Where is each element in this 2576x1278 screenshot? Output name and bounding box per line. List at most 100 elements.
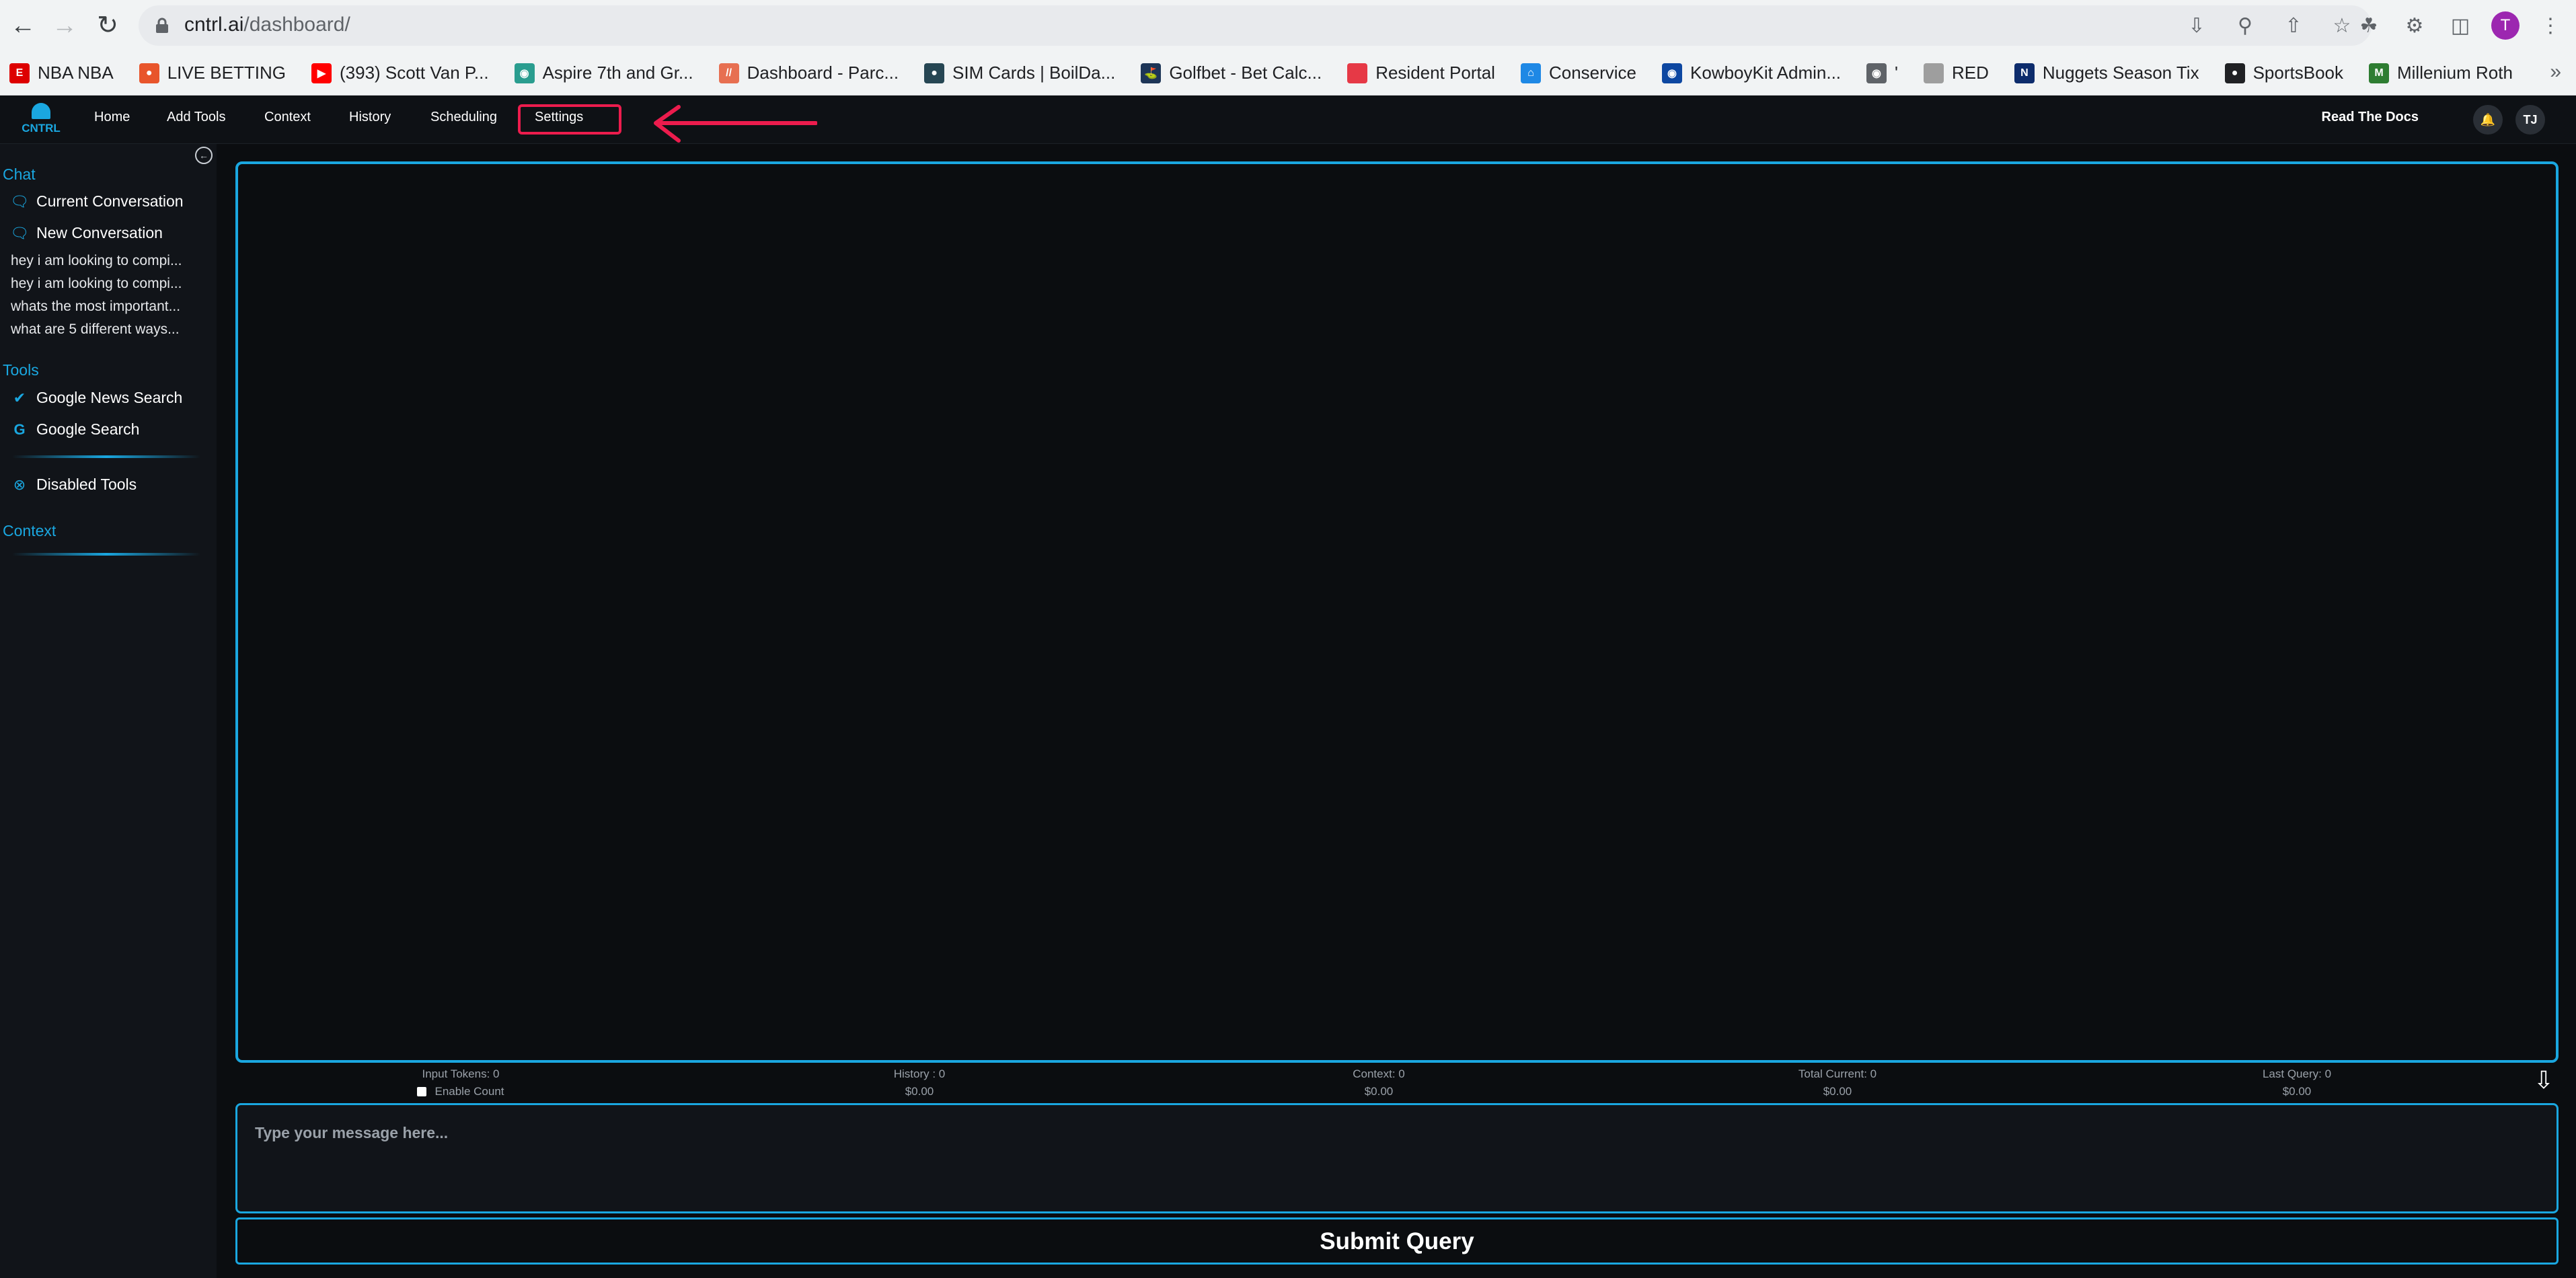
bookmark-item[interactable]: // Dashboard - Parc... [718, 63, 899, 83]
back-icon[interactable]: ← [7, 9, 39, 42]
nav-context[interactable]: Context [264, 110, 311, 125]
slash-icon: // [718, 63, 739, 83]
bookmark-item[interactable]: Resident Portal [1347, 63, 1495, 83]
total-current-label: Total Current: 0 [1798, 1067, 1877, 1080]
submit-query-button[interactable]: Submit Query [235, 1217, 2559, 1265]
history-item[interactable]: hey i am looking to compi... [11, 276, 198, 292]
check-circle-icon: ✔ [13, 389, 26, 406]
context-cost-label: $0.00 [1364, 1085, 1394, 1098]
espn-icon: E [9, 63, 30, 83]
nav-history[interactable]: History [349, 110, 391, 125]
bookmark-label: SportsBook [2252, 63, 2343, 83]
input-tokens-label: Input Tokens: 0 [422, 1067, 500, 1080]
bookmark-item[interactable]: ⌂ Conservice [1520, 63, 1637, 83]
house-icon: ⌂ [1520, 63, 1541, 83]
nav-add-tools[interactable]: Add Tools [167, 110, 225, 125]
bookmark-item[interactable]: ◉ ' [1866, 63, 1898, 83]
address-bar[interactable]: cntrl.ai/dashboard/ ⇩ ⚲ ⇧ ☆ [139, 5, 2372, 46]
tool-google-news-search[interactable]: ✔ Google News Search [11, 389, 183, 407]
square-icon [1347, 63, 1368, 83]
bookmark-label: Millenium Roth [2397, 63, 2513, 83]
bookmark-item[interactable]: RED [1923, 63, 1989, 83]
bookmark-label: SIM Cards | BoilDa... [952, 63, 1116, 83]
read-the-docs-link[interactable]: Read The Docs [2322, 110, 2419, 125]
profile-avatar[interactable]: T [2491, 11, 2520, 40]
bookmark-label: Golfbet - Bet Calc... [1169, 63, 1322, 83]
kebab-menu-icon[interactable]: ⋮ [2536, 11, 2565, 40]
total-cost-label: $0.00 [1823, 1085, 1852, 1098]
logo-icon [32, 103, 50, 119]
scroll-down-arrow-icon[interactable]: ⇩ [2532, 1067, 2556, 1094]
history-cost-label: $0.00 [905, 1085, 934, 1098]
forward-icon[interactable]: → [48, 9, 81, 42]
message-input[interactable] [237, 1105, 2556, 1211]
share-icon[interactable]: ⇧ [2280, 12, 2307, 39]
current-conversation-label: Current Conversation [36, 192, 184, 210]
current-conversation-item[interactable]: 🗨 Current Conversation [10, 192, 184, 211]
zoom-icon[interactable]: ⚲ [2232, 12, 2259, 39]
lock-icon [156, 17, 168, 33]
chat-bubble-icon: 🗨 [10, 192, 29, 210]
shield-icon: ◉ [1662, 63, 1683, 83]
enable-count-toggle[interactable]: Enable Count [373, 1083, 548, 1100]
new-conversation-item[interactable]: 🗨 New Conversation [10, 224, 163, 242]
bookmark-label: Dashboard - Parc... [747, 63, 899, 83]
bookmark-item[interactable]: E NBA NBA [9, 63, 114, 83]
chat-window [235, 161, 2559, 1063]
bookmark-item[interactable]: M Millenium Roth [2369, 63, 2513, 83]
golf-icon: ⛳ [1141, 63, 1162, 83]
bookmark-item[interactable]: ◉ KowboyKit Admin... [1662, 63, 1841, 83]
drop-icon: ● [924, 63, 945, 83]
more-bookmarks-icon[interactable]: » [2550, 61, 2561, 83]
nav-scheduling[interactable]: Scheduling [430, 110, 497, 125]
context-section-title: Context [3, 522, 56, 539]
bookmark-item[interactable]: ● SIM Cards | BoilDa... [924, 63, 1115, 83]
sidebar-divider [12, 553, 200, 556]
collapse-sidebar-icon[interactable]: ← [195, 147, 213, 164]
input-tokens-stat: Input Tokens: 0 Enable Count [373, 1065, 548, 1100]
bookmark-label: (393) Scott Van P... [339, 63, 489, 83]
bookmark-item[interactable]: ⛳ Golfbet - Bet Calc... [1141, 63, 1322, 83]
youtube-icon: ▶ [311, 63, 332, 83]
bookmark-label: Resident Portal [1375, 63, 1495, 83]
bookmark-item[interactable]: ▶ (393) Scott Van P... [311, 63, 489, 83]
browser-toolbar: ← → ↻ cntrl.ai/dashboard/ ⇩ ⚲ ⇧ ☆ ☘ ⚙ ◫ … [0, 0, 2576, 52]
last-query-stat: Last Query: 0 $0.00 [2209, 1065, 2384, 1100]
bookmark-label: Conservice [1548, 63, 1637, 83]
install-app-icon[interactable]: ⇩ [2183, 12, 2210, 39]
history-item[interactable]: whats the most important... [11, 299, 198, 315]
side-panel-icon[interactable]: ◫ [2446, 11, 2475, 40]
history-tokens-label: History : 0 [893, 1067, 946, 1080]
football-icon: ● [2224, 63, 2245, 83]
url-text: cntrl.ai/dashboard/ [184, 13, 350, 36]
tool-google-search[interactable]: G Google Search [11, 420, 139, 439]
bookmark-item[interactable]: ● SportsBook [2224, 63, 2343, 83]
bell-icon[interactable]: 🔔 [2473, 105, 2503, 135]
bookmark-item[interactable]: N Nuggets Season Tix [2014, 63, 2199, 83]
history-item[interactable]: hey i am looking to compi... [11, 253, 198, 269]
disabled-tools-item[interactable]: ⊗ Disabled Tools [11, 476, 137, 494]
bookmark-label: LIVE BETTING [167, 63, 286, 83]
bookmark-label: KowboyKit Admin... [1690, 63, 1842, 83]
bookmarks-bar: E NBA NBA ● LIVE BETTING ▶ (393) Scott Van P.… [0, 51, 2576, 96]
reload-icon[interactable]: ↻ [91, 9, 124, 42]
message-input-wrapper [235, 1103, 2559, 1213]
user-avatar[interactable]: TJ [2515, 105, 2545, 135]
chat-section-title: Chat [3, 165, 36, 183]
bookmark-label: Nuggets Season Tix [2042, 63, 2199, 83]
cntrl-logo[interactable]: CNTRL [17, 103, 65, 141]
bookmark-item[interactable]: ◉ Aspire 7th and Gr... [514, 63, 693, 83]
extension-icon[interactable]: ☘ [2354, 11, 2384, 40]
tool-label: Google Search [36, 420, 140, 438]
bookmark-label: NBA NBA [38, 63, 114, 83]
bookmark-label: Aspire 7th and Gr... [542, 63, 693, 83]
nuggets-icon: N [2014, 63, 2035, 83]
page-icon [1923, 63, 1944, 83]
puzzle-icon[interactable]: ⚙ [2400, 11, 2429, 40]
nav-home[interactable]: Home [94, 110, 130, 125]
logo-text: CNTRL [22, 122, 61, 135]
bookmark-item[interactable]: ● LIVE BETTING [139, 63, 286, 83]
enable-count-checkbox[interactable] [417, 1087, 427, 1096]
bookmark-star-icon[interactable]: ☆ [2328, 12, 2355, 39]
history-item[interactable]: what are 5 different ways... [11, 322, 198, 338]
